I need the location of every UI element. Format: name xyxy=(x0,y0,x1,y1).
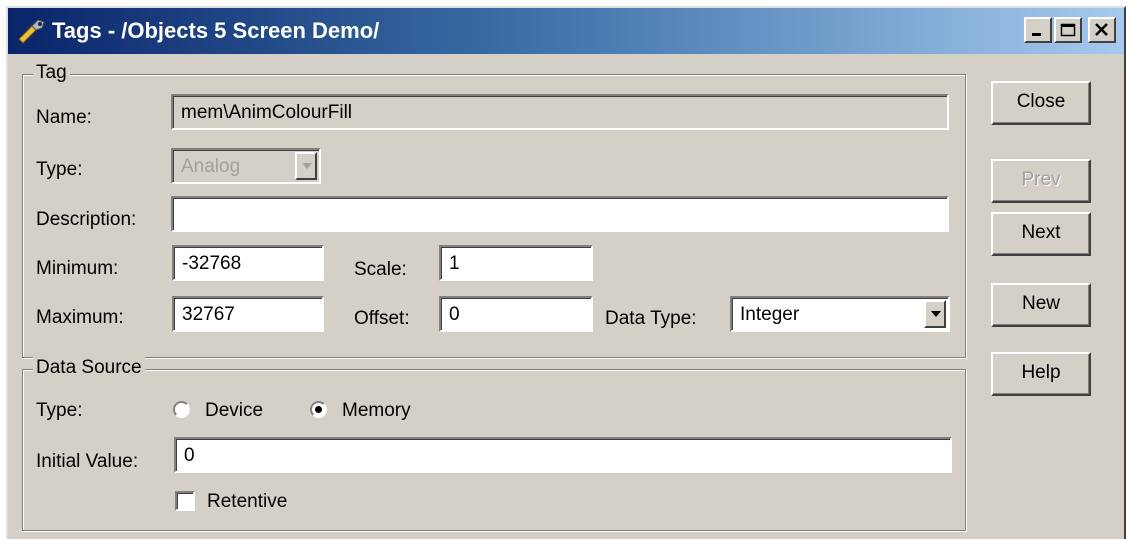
offset-label: Offset: xyxy=(354,308,410,329)
tag-wrench-icon xyxy=(16,17,48,45)
description-label: Description: xyxy=(36,209,137,230)
maximum-field[interactable]: 32767 xyxy=(172,296,324,332)
memory-radio-dot xyxy=(315,406,322,413)
device-radio-label[interactable]: Device xyxy=(205,400,263,422)
maximum-label: Maximum: xyxy=(36,307,124,328)
data-type-label: Data Type: xyxy=(605,308,697,329)
maximize-icon xyxy=(1060,23,1076,37)
minimize-button[interactable] xyxy=(1024,17,1052,43)
device-radio[interactable] xyxy=(173,401,190,418)
initial-value-label: Initial Value: xyxy=(36,451,139,472)
name-label: Name: xyxy=(36,107,92,128)
minimize-icon xyxy=(1032,33,1041,36)
chevron-down-icon xyxy=(302,163,312,169)
memory-radio-label[interactable]: Memory xyxy=(342,400,411,422)
minimum-label: Minimum: xyxy=(36,258,119,279)
tag-group-label: Tag xyxy=(33,62,70,84)
maximize-button[interactable] xyxy=(1054,17,1082,43)
retentive-label[interactable]: Retentive xyxy=(207,491,287,513)
tags-dialog: Tags - /Objects 5 Screen Demo/ Tag Name:… xyxy=(6,6,1126,539)
chevron-down-icon xyxy=(931,311,941,317)
retentive-checkbox[interactable] xyxy=(175,491,195,511)
type-select-value: Analog xyxy=(181,156,241,177)
new-button[interactable]: New xyxy=(991,283,1091,327)
close-window-button[interactable] xyxy=(1088,17,1116,43)
close-icon xyxy=(1095,23,1108,36)
title-bar[interactable]: Tags - /Objects 5 Screen Demo/ xyxy=(8,8,1124,54)
window-title: Tags - /Objects 5 Screen Demo/ xyxy=(52,18,380,43)
scale-field[interactable]: 1 xyxy=(439,245,593,281)
data-source-group-label: Data Source xyxy=(33,357,145,379)
memory-radio[interactable] xyxy=(310,401,327,418)
data-type-dropdown-button[interactable] xyxy=(924,300,946,328)
data-type-select-value: Integer xyxy=(740,304,800,325)
next-button[interactable]: Next xyxy=(991,212,1091,256)
prev-button[interactable]: Prev xyxy=(991,159,1091,203)
help-button[interactable]: Help xyxy=(991,352,1091,396)
source-type-label: Type: xyxy=(36,400,83,421)
name-field: mem\AnimColourFill xyxy=(171,94,949,130)
scale-label: Scale: xyxy=(354,259,407,280)
minimum-field[interactable]: -32768 xyxy=(172,245,324,281)
type-label: Type: xyxy=(36,159,83,180)
type-dropdown-button xyxy=(295,152,317,180)
data-type-select[interactable]: Integer xyxy=(730,296,950,332)
description-field[interactable] xyxy=(171,196,949,232)
initial-value-field[interactable]: 0 xyxy=(174,437,952,473)
close-button[interactable]: Close xyxy=(991,81,1091,125)
offset-field[interactable]: 0 xyxy=(439,296,593,332)
type-select: Analog xyxy=(171,148,321,184)
